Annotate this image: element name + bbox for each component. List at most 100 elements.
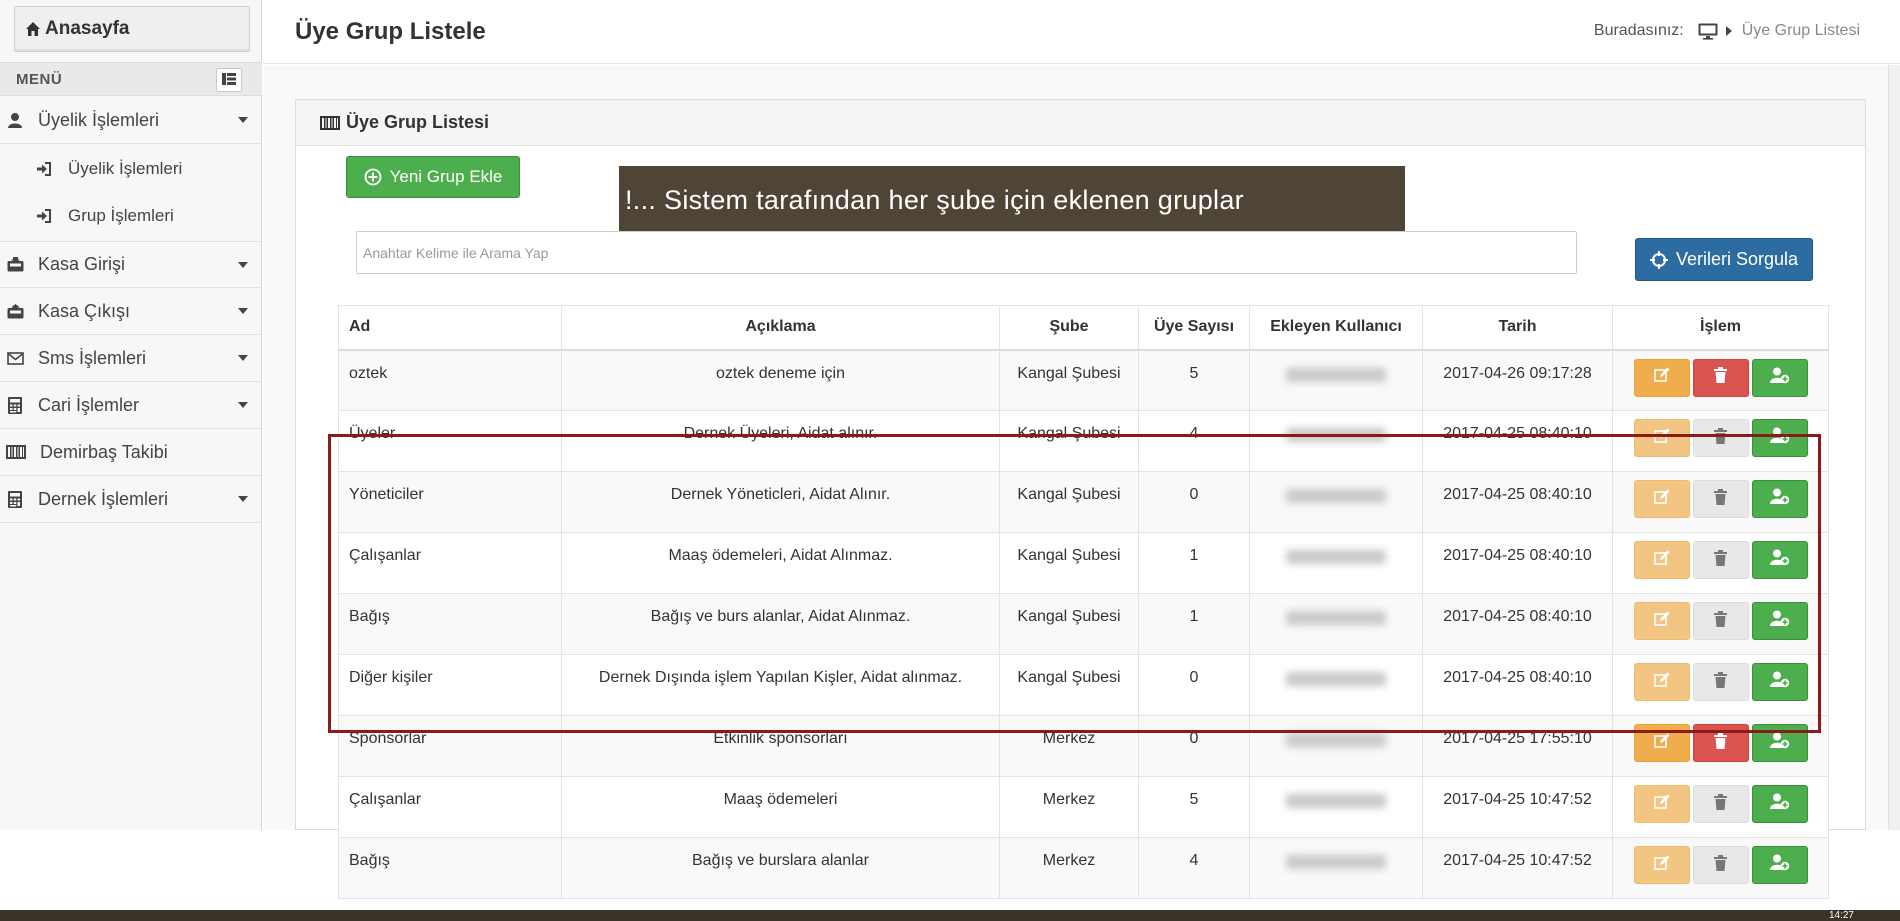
table-row: Çalışanlar Maaş ödemeleri Merkez 5 2017-04-2… <box>338 776 1829 838</box>
delete-button[interactable] <box>1692 602 1749 640</box>
cell-tarih: 2017-04-25 10:47:52 <box>1422 776 1613 838</box>
sidebar: Anasayfa MENÜ Üyelik İşlemleri Üyelik İş… <box>0 0 262 830</box>
edit-button[interactable] <box>1633 724 1690 762</box>
menu-toggle-button[interactable] <box>216 68 242 92</box>
delete-button[interactable] <box>1692 724 1749 762</box>
cell-tarih: 2017-04-25 10:47:52 <box>1422 837 1613 899</box>
table-row: Diğer kişiler Dernek Dışında işlem Yapıla… <box>338 654 1829 716</box>
add-member-button[interactable] <box>1751 358 1808 397</box>
table-row: Sponsorlar Etkinlik sponsorları Merkez 0 201… <box>338 715 1829 777</box>
cell-aciklama: Dernek Yöneticleri, Aidat Alınır. <box>561 471 1000 533</box>
edit-button[interactable] <box>1633 663 1690 701</box>
edit-button[interactable] <box>1633 419 1690 457</box>
sidebar-item-demirbas-takibi[interactable]: Demirbaş Takibi <box>0 429 262 476</box>
add-member-button[interactable] <box>1751 541 1808 579</box>
panel-title: Üye Grup Listesi <box>346 112 490 132</box>
column-header-ad[interactable]: Ad <box>338 305 562 351</box>
table-row: Çalışanlar Maaş ödemeleri, Aidat Alınmaz.… <box>338 532 1829 594</box>
cell-islem <box>1612 471 1829 533</box>
search-input[interactable] <box>356 231 1577 274</box>
edit-button[interactable] <box>1633 602 1690 640</box>
caret-down-icon <box>238 496 248 502</box>
caret-down-icon <box>238 117 248 123</box>
inbox-out-icon <box>6 302 24 320</box>
breadcrumb: Buradasınız: Üye Grup Listesi <box>1594 22 1860 40</box>
page-title: Üye Grup Listele <box>295 18 486 45</box>
panel-header: Üye Grup Listesi <box>296 100 1865 146</box>
home-button[interactable]: Anasayfa <box>14 6 250 52</box>
cell-aciklama: Bağış ve burslara alanlar <box>561 837 1000 899</box>
cell-ekleyen-kullanici <box>1249 410 1423 472</box>
caret-down-icon <box>238 308 248 314</box>
row-actions <box>1613 541 1828 579</box>
cell-ekleyen-kullanici <box>1249 593 1423 655</box>
sidebar-item-kasa-cikisi[interactable]: Kasa Çıkışı <box>0 288 262 335</box>
add-member-button[interactable] <box>1751 419 1808 457</box>
taskbar-clock: 14:27 <box>1828 910 1854 921</box>
cell-islem <box>1612 532 1829 594</box>
edit-button[interactable] <box>1633 846 1690 884</box>
cell-sube: Merkez <box>999 776 1139 838</box>
column-header-tarih[interactable]: Tarih <box>1422 305 1613 351</box>
cell-aciklama: Maaş ödemeleri, Aidat Alınmaz. <box>561 532 1000 594</box>
cell-uye-sayisi: 4 <box>1138 837 1250 899</box>
sidebar-item-kasa-girisi[interactable]: Kasa Girişi <box>0 241 262 288</box>
sidebar-subitem-uyelik-islemleri[interactable]: Üyelik İşlemleri <box>0 146 262 192</box>
sidebar-item-sms-islemleri[interactable]: Sms İşlemleri <box>0 335 262 382</box>
sign-in-icon <box>36 208 52 224</box>
cell-islem <box>1612 593 1829 655</box>
breadcrumb-current[interactable]: Üye Grup Listesi <box>1742 22 1860 40</box>
page-scrollbar[interactable] <box>1888 65 1900 830</box>
plus-circle-icon <box>364 168 382 186</box>
delete-button[interactable] <box>1692 480 1749 518</box>
add-member-button[interactable] <box>1751 663 1808 701</box>
cell-ad: Diğer kişiler <box>338 654 562 716</box>
sidebar-item-dernek-islemleri[interactable]: Dernek İşlemleri <box>0 476 262 523</box>
menu-label: MENÜ <box>16 70 63 88</box>
delete-button[interactable] <box>1692 785 1749 823</box>
add-member-button[interactable] <box>1751 602 1808 640</box>
cell-ad: oztek <box>338 349 562 411</box>
delete-button[interactable] <box>1692 419 1749 457</box>
column-header-uye-sayisi[interactable]: Üye Sayısı <box>1138 305 1250 351</box>
sidebar-item-uyelik-islemleri[interactable]: Üyelik İşlemleri <box>0 97 262 144</box>
add-member-button[interactable] <box>1751 480 1808 518</box>
barcode-icon <box>6 443 26 461</box>
sign-in-icon <box>36 161 52 177</box>
cell-sube: Kangal Şubesi <box>999 349 1139 411</box>
edit-icon <box>1653 489 1670 510</box>
cell-ad: Üyeler <box>338 410 562 472</box>
column-header-aciklama[interactable]: Açıklama <box>561 305 1000 351</box>
home-icon <box>25 21 41 37</box>
sidebar-item-cari-islemler[interactable]: Cari İşlemler <box>0 382 262 429</box>
column-header-ekleyen[interactable]: Ekleyen Kullanıcı <box>1249 305 1423 351</box>
edit-button[interactable] <box>1633 541 1690 579</box>
delete-button[interactable] <box>1692 541 1749 579</box>
inbox-in-icon <box>6 256 24 274</box>
edit-icon <box>1653 550 1670 571</box>
column-header-sube[interactable]: Şube <box>999 305 1139 351</box>
sidebar-subitem-grup-islemleri[interactable]: Grup İşlemleri <box>0 193 262 239</box>
edit-button[interactable] <box>1633 480 1690 518</box>
cell-uye-sayisi: 4 <box>1138 410 1250 472</box>
cell-sube: Merkez <box>999 715 1139 777</box>
desktop-icon <box>1698 23 1718 40</box>
cell-tarih: 2017-04-25 08:40:10 <box>1422 410 1613 472</box>
add-member-button[interactable] <box>1751 846 1808 884</box>
cell-aciklama: Dernek Üyeleri, Aidat alınır. <box>561 410 1000 472</box>
caret-down-icon <box>238 402 248 408</box>
add-member-button[interactable] <box>1751 724 1808 762</box>
new-group-button[interactable]: Yeni Grup Ekle <box>346 156 520 198</box>
edit-button[interactable] <box>1633 785 1690 823</box>
row-actions <box>1613 846 1828 884</box>
delete-button[interactable] <box>1692 663 1749 701</box>
add-member-button[interactable] <box>1751 785 1808 823</box>
delete-button[interactable] <box>1692 358 1749 397</box>
edit-icon <box>1653 367 1670 388</box>
layout-icon <box>222 72 236 89</box>
edit-icon <box>1653 611 1670 632</box>
delete-button[interactable] <box>1692 846 1749 884</box>
edit-button[interactable] <box>1633 358 1690 397</box>
trash-icon <box>1714 427 1727 449</box>
query-button[interactable]: Verileri Sorgula <box>1635 238 1813 281</box>
